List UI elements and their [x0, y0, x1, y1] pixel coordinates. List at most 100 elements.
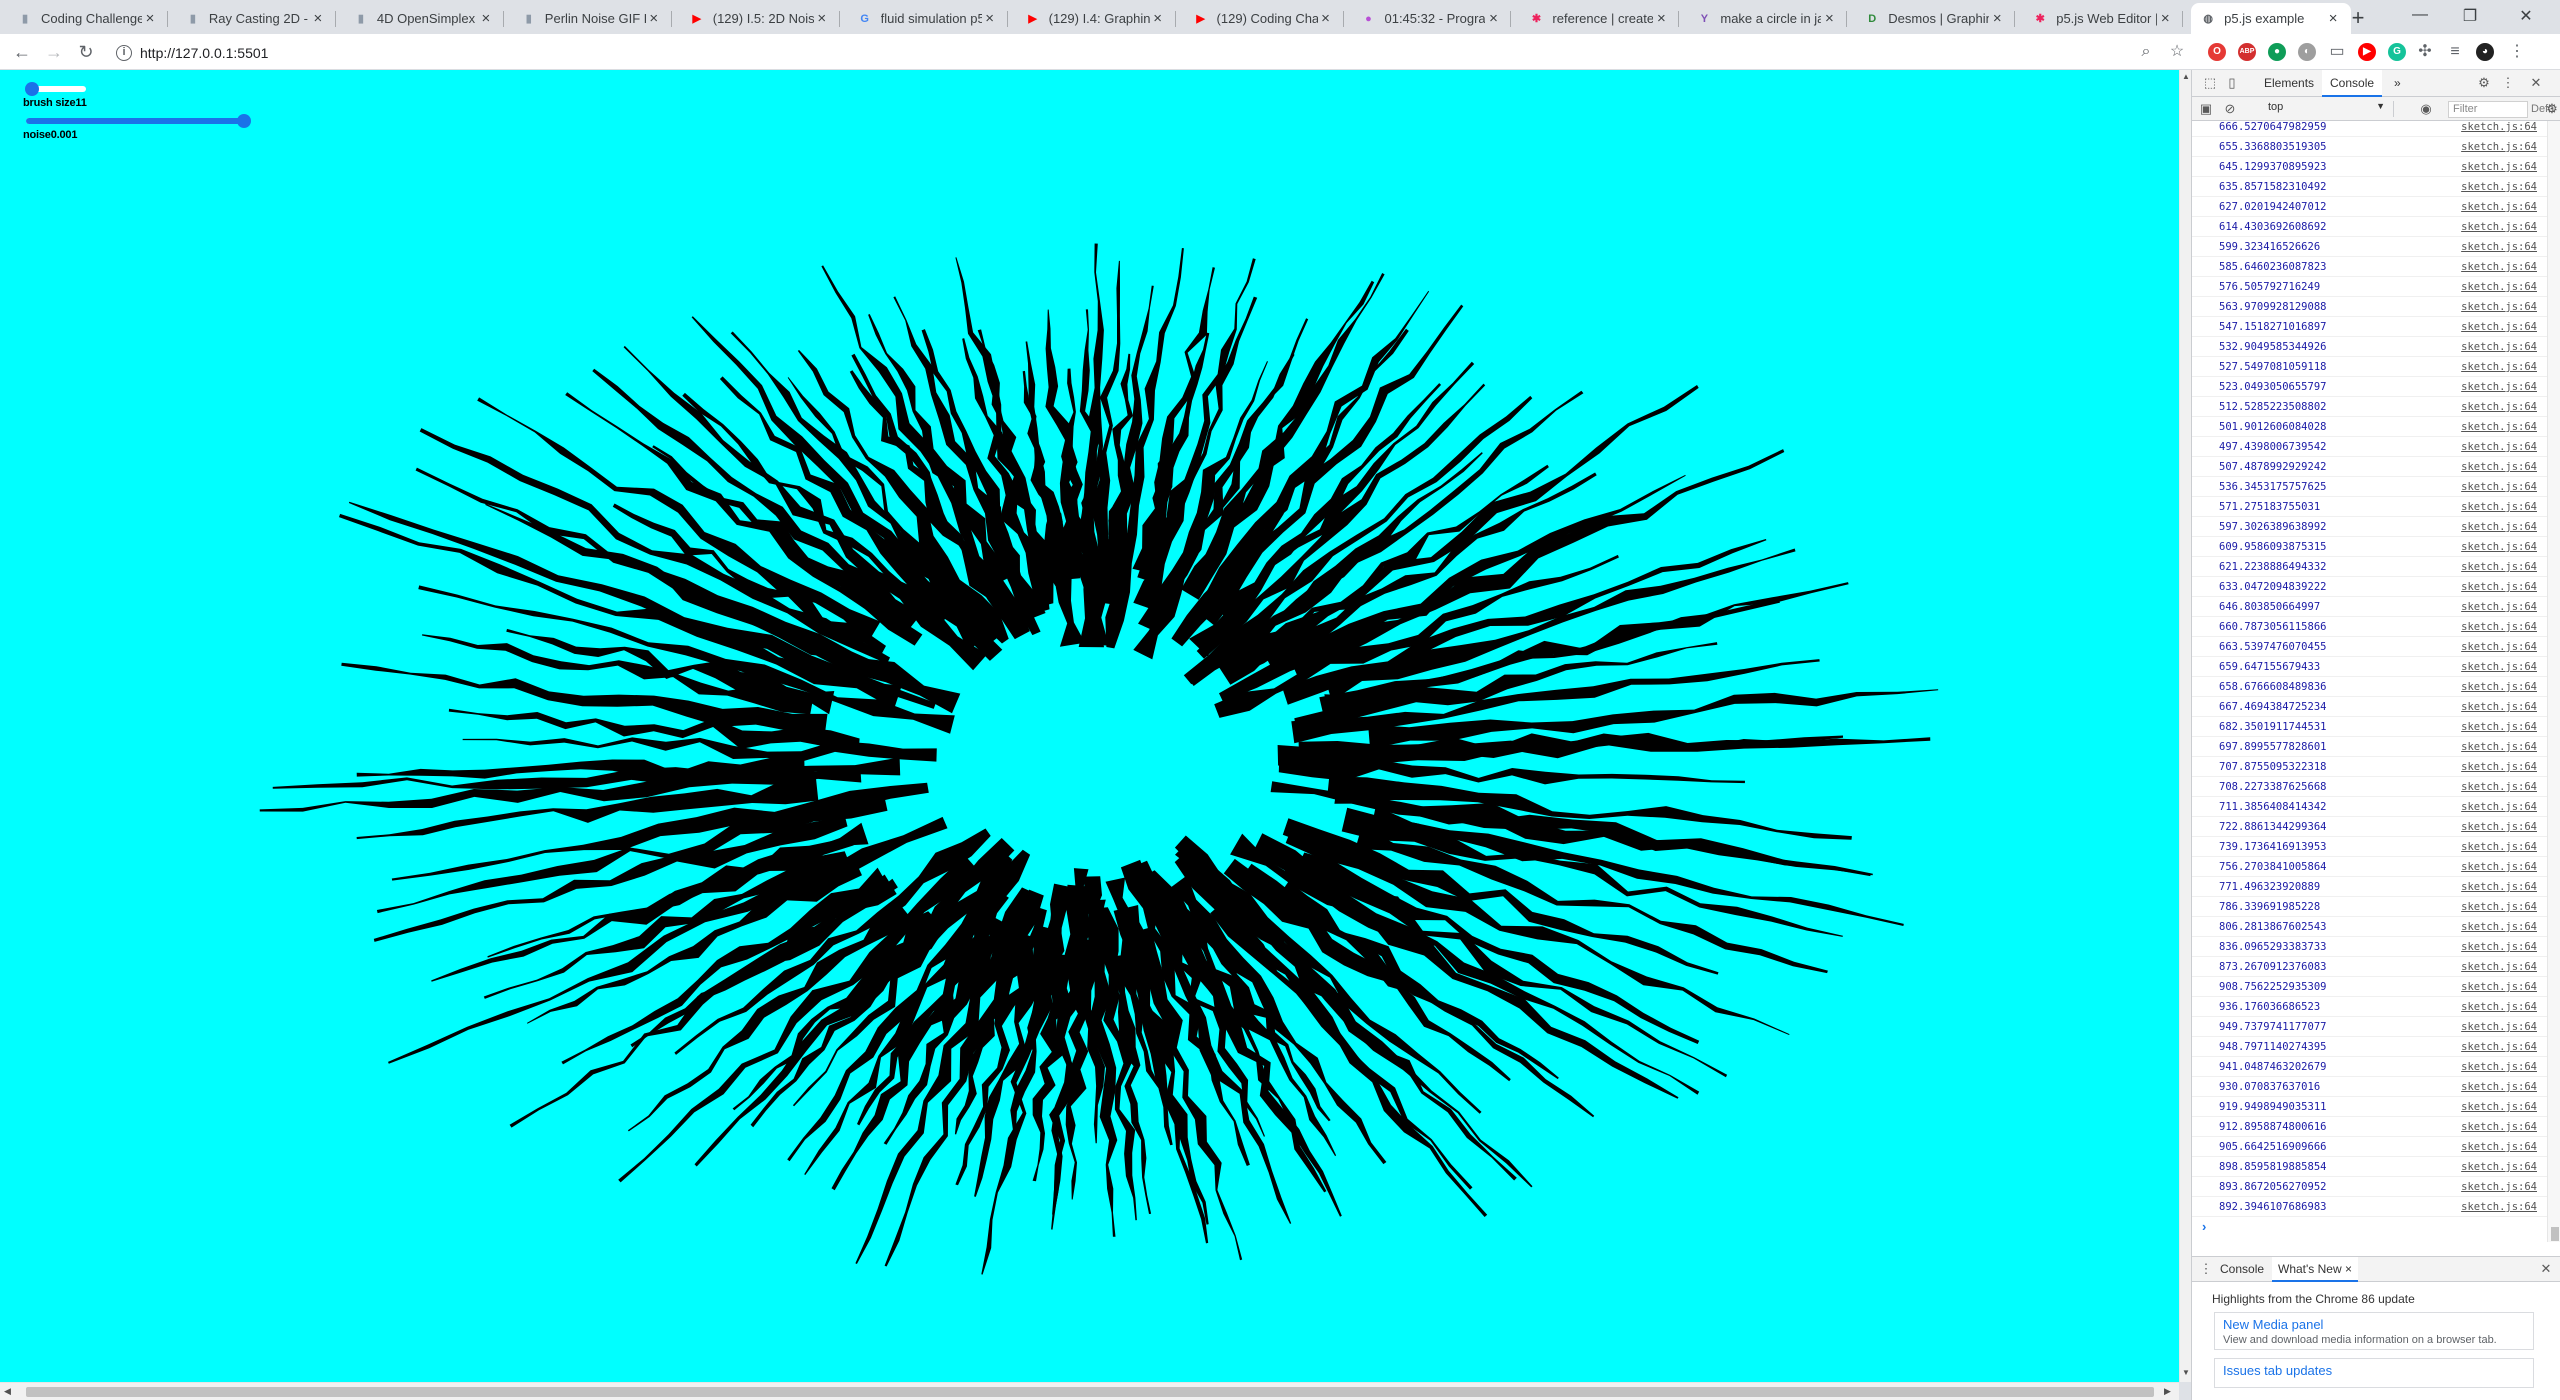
- close-tab-icon[interactable]: ×: [1653, 10, 1669, 27]
- close-tab-icon[interactable]: ×: [478, 10, 494, 27]
- adblock-icon[interactable]: ABP: [2238, 43, 2256, 61]
- horizontal-scroll-thumb[interactable]: [26, 1387, 2154, 1397]
- profile-avatar[interactable]: ◕: [2476, 43, 2494, 61]
- log-source-link[interactable]: sketch.js:64: [2461, 981, 2537, 993]
- log-source-link[interactable]: sketch.js:64: [2461, 501, 2537, 513]
- log-source-link[interactable]: sketch.js:64: [2461, 661, 2537, 673]
- log-source-link[interactable]: sketch.js:64: [2461, 1021, 2537, 1033]
- browser-tab[interactable]: Gfluid simulation p5 ×: [848, 3, 1008, 34]
- log-source-link[interactable]: sketch.js:64: [2461, 1161, 2537, 1173]
- reload-icon[interactable]: ↻: [74, 40, 98, 64]
- extension-green-icon[interactable]: ●: [2268, 43, 2286, 61]
- browser-tab[interactable]: ▮ Perlin Noise GIF Lo×: [512, 3, 672, 34]
- extension-gray-icon[interactable]: ◐: [2298, 43, 2316, 61]
- log-source-link[interactable]: sketch.js:64: [2461, 1121, 2537, 1133]
- device-toolbar-icon[interactable]: ▯: [2224, 75, 2240, 91]
- log-source-link[interactable]: sketch.js:64: [2461, 401, 2537, 413]
- menu-kebab-icon[interactable]: ⋮: [2506, 41, 2528, 63]
- log-source-link[interactable]: sketch.js:64: [2461, 941, 2537, 953]
- p5-canvas[interactable]: brush size11 noise0.001: [0, 70, 2179, 1382]
- log-source-link[interactable]: sketch.js:64: [2461, 181, 2537, 193]
- close-tab-icon[interactable]: ×: [2345, 1262, 2352, 1276]
- log-source-link[interactable]: sketch.js:64: [2461, 921, 2537, 933]
- log-source-link[interactable]: sketch.js:64: [2461, 841, 2537, 853]
- log-source-link[interactable]: sketch.js:64: [2461, 861, 2537, 873]
- log-source-link[interactable]: sketch.js:64: [2461, 221, 2537, 233]
- brush-size-slider-thumb[interactable]: [25, 82, 40, 96]
- extension-opera-icon[interactable]: O: [2208, 43, 2226, 61]
- log-source-link[interactable]: sketch.js:64: [2461, 341, 2537, 353]
- close-tab-icon[interactable]: ×: [1150, 10, 1166, 27]
- log-source-link[interactable]: sketch.js:64: [2461, 581, 2537, 593]
- log-source-link[interactable]: sketch.js:64: [2461, 421, 2537, 433]
- log-source-link[interactable]: sketch.js:64: [2461, 721, 2537, 733]
- drawer-tab-whats-new[interactable]: What's New ×: [2272, 1257, 2358, 1282]
- console-prompt-icon[interactable]: ›: [2202, 1219, 2206, 1234]
- close-tab-icon[interactable]: ×: [2157, 10, 2173, 27]
- scroll-right-arrow-icon[interactable]: ▶: [2164, 1386, 2171, 1397]
- close-tab-icon[interactable]: ×: [982, 10, 998, 27]
- grammarly-icon[interactable]: G: [2388, 43, 2406, 61]
- scroll-left-arrow-icon[interactable]: ◀: [4, 1386, 11, 1397]
- tab-elements[interactable]: Elements: [2256, 70, 2322, 97]
- log-source-link[interactable]: sketch.js:64: [2461, 141, 2537, 153]
- browser-tab[interactable]: ▶ (129) Coding Chall ×: [1184, 3, 1344, 34]
- log-source-link[interactable]: sketch.js:64: [2461, 1181, 2537, 1193]
- more-tabs-icon[interactable]: »: [2386, 70, 2409, 97]
- youtube-ext-icon[interactable]: ▶: [2358, 43, 2376, 61]
- close-tab-icon[interactable]: ×: [646, 10, 662, 27]
- log-source-link[interactable]: sketch.js:64: [2461, 641, 2537, 653]
- devtools-menu-icon[interactable]: ⋮: [2500, 75, 2516, 91]
- document-icon[interactable]: ▭: [2326, 41, 2348, 63]
- log-source-link[interactable]: sketch.js:64: [2461, 441, 2537, 453]
- close-tab-icon[interactable]: ×: [814, 10, 830, 27]
- log-source-link[interactable]: sketch.js:64: [2461, 381, 2537, 393]
- log-source-link[interactable]: sketch.js:64: [2461, 121, 2537, 133]
- page-horizontal-scrollbar[interactable]: ◀ ▶: [0, 1382, 2179, 1400]
- close-devtools-icon[interactable]: ✕: [2528, 75, 2544, 91]
- browser-tab[interactable]: Ymake a circle in jav ×: [1687, 3, 1848, 34]
- log-source-link[interactable]: sketch.js:64: [2461, 521, 2537, 533]
- drawer-tab-console[interactable]: Console: [2214, 1257, 2270, 1282]
- inspect-element-icon[interactable]: ⬚: [2202, 75, 2218, 91]
- browser-tab[interactable]: ◍ p5.js example ×: [2191, 3, 2352, 34]
- close-tab-icon[interactable]: ×: [1485, 10, 1501, 27]
- settings-gear-icon[interactable]: ⚙: [2476, 75, 2492, 91]
- log-source-link[interactable]: sketch.js:64: [2461, 621, 2537, 633]
- log-source-link[interactable]: sketch.js:64: [2461, 301, 2537, 313]
- log-source-link[interactable]: sketch.js:64: [2461, 881, 2537, 893]
- tab-console[interactable]: Console: [2322, 70, 2383, 97]
- close-tab-icon[interactable]: ×: [1989, 10, 2005, 27]
- console-scroll-thumb[interactable]: [2551, 1227, 2559, 1241]
- noise-slider-thumb[interactable]: [237, 114, 251, 128]
- live-expression-eye-icon[interactable]: ◉: [2418, 101, 2434, 117]
- log-source-link[interactable]: sketch.js:64: [2461, 281, 2537, 293]
- site-info-icon[interactable]: i: [116, 44, 132, 61]
- url-text[interactable]: http://127.0.0.1:5501: [140, 45, 268, 61]
- log-source-link[interactable]: sketch.js:64: [2461, 601, 2537, 613]
- zoom-icon[interactable]: ⌕: [2135, 41, 2157, 63]
- browser-tab[interactable]: D Desmos | Graphing ×: [1855, 3, 2016, 34]
- browser-tab[interactable]: ▮ Ray Casting 2D - Co×: [176, 3, 336, 34]
- card-title[interactable]: New Media panel: [2223, 1317, 2525, 1332]
- brush-size-slider[interactable]: [25, 82, 86, 96]
- log-source-link[interactable]: sketch.js:64: [2461, 1001, 2537, 1013]
- log-source-link[interactable]: sketch.js:64: [2461, 241, 2537, 253]
- log-source-link[interactable]: sketch.js:64: [2461, 541, 2537, 553]
- noise-slider[interactable]: [26, 114, 251, 128]
- log-source-link[interactable]: sketch.js:64: [2461, 781, 2537, 793]
- log-source-link[interactable]: sketch.js:64: [2461, 201, 2537, 213]
- drawer-menu-icon[interactable]: ⋮: [2198, 1261, 2214, 1277]
- scroll-down-arrow-icon[interactable]: ▼: [2182, 1368, 2190, 1377]
- back-icon[interactable]: ←: [10, 40, 34, 64]
- close-tab-icon[interactable]: ×: [310, 10, 326, 27]
- console-scrollbar[interactable]: [2547, 121, 2560, 1242]
- console-settings-gear-icon[interactable]: ⚙: [2544, 101, 2560, 117]
- log-source-link[interactable]: sketch.js:64: [2461, 481, 2537, 493]
- log-source-link[interactable]: sketch.js:64: [2461, 761, 2537, 773]
- context-selector[interactable]: top ▼: [2262, 101, 2394, 117]
- restore-icon[interactable]: ❐: [2450, 6, 2490, 26]
- browser-tab[interactable]: ▶ (129) I.4: Graphing ×: [1016, 3, 1176, 34]
- whats-new-card[interactable]: New Media panel View and download media …: [2214, 1312, 2534, 1350]
- forward-icon[interactable]: →: [42, 40, 66, 64]
